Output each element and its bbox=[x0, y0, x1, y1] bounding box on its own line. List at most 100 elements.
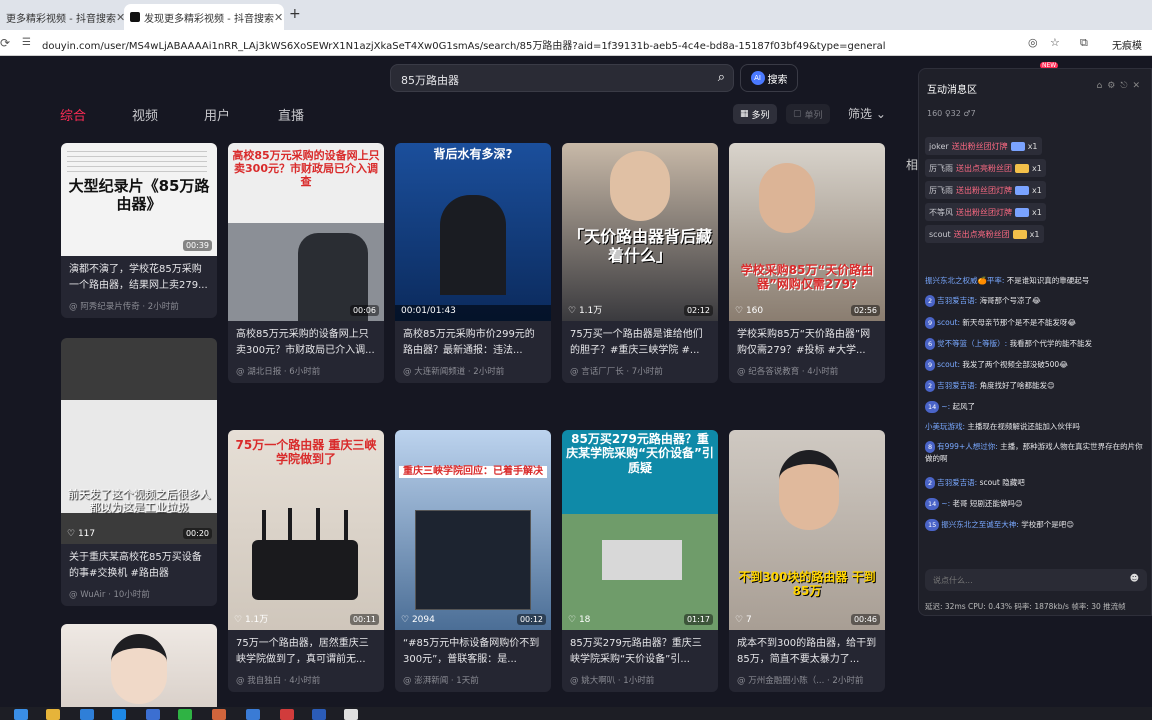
video-meta[interactable]: @ 大连新闻频道 · 2小时前 bbox=[403, 365, 543, 377]
panel-controls-icon[interactable]: ⌂⚙⎋✕ bbox=[1097, 81, 1145, 91]
likes-value: 2094 bbox=[411, 615, 435, 625]
thumb-title: 高校85万元采购的设备网上只卖300元？市财政局已介入调查 bbox=[232, 149, 380, 189]
message-user[interactable]: ~: bbox=[941, 402, 950, 411]
video-description[interactable]: 75万买一个路由器是谁给他们的胆子？#重庆三峡学院 #... bbox=[570, 327, 710, 359]
app-icon[interactable] bbox=[146, 709, 160, 720]
search-input[interactable]: 85万路由器 bbox=[401, 72, 459, 88]
chrome-icon[interactable] bbox=[344, 709, 358, 720]
chat-message: 9 scout: 新天母亲节那个是不是不能发呀😂 bbox=[925, 317, 1149, 329]
video-meta[interactable]: @ 纪各答说教育 · 4小时前 bbox=[737, 365, 877, 377]
duration-label: 02:56 bbox=[850, 305, 880, 316]
extensions-icon[interactable]: ⧉ bbox=[1080, 36, 1088, 50]
side-panel-fragment: 相 bbox=[906, 158, 919, 172]
tab-videos[interactable]: 视频 bbox=[132, 105, 158, 124]
video-description[interactable]: “#85万元中标设备网购价不到300元”，普联客服：是... bbox=[403, 636, 543, 668]
message-user[interactable]: 吉羽爱吉语: bbox=[937, 478, 977, 487]
duration-label: 00:39 bbox=[182, 240, 212, 251]
router-image bbox=[252, 540, 358, 600]
search-box[interactable]: 85万路由器 ⌕ bbox=[390, 64, 734, 92]
message-user[interactable]: scout: bbox=[937, 318, 960, 327]
new-tab-icon[interactable]: + bbox=[289, 6, 301, 22]
video-thumbnail[interactable]: 不到300块的路由器 干到85万 ♡ 7 00:46 bbox=[729, 430, 885, 630]
video-thumbnail[interactable]: 大型纪录片《85万路由器》 00:39 bbox=[61, 143, 217, 256]
likes-count: ♡ 1.1万 bbox=[234, 615, 269, 625]
multi-column-label: 多列 bbox=[751, 110, 770, 121]
gift-icon bbox=[1010, 141, 1025, 151]
message-user[interactable]: 觉不等篮（上等版）: bbox=[937, 339, 1007, 348]
app-icon[interactable] bbox=[112, 709, 126, 720]
video-thumbnail[interactable]: 75万一个路由器 重庆三峡学院做到了 ♡ 1.1万 00:11 bbox=[228, 430, 384, 630]
tab-live[interactable]: 直播 bbox=[278, 105, 304, 124]
video-thumbnail[interactable]: 「天价路由器背后藏着什么」 ♡ 1.1万 02:12 bbox=[562, 143, 718, 321]
card-info: 高校85万元采购的设备网上只卖300元？市财政局已介入调... @ 湖北日报 ·… bbox=[228, 321, 384, 383]
video-thumbnail[interactable]: 前天发了这个视频之后很多人都以为这是工业垃圾 ♡ 117 00:20 bbox=[61, 338, 217, 544]
app-icon[interactable] bbox=[246, 709, 260, 720]
reload-icon[interactable]: ⟳ bbox=[0, 36, 10, 50]
video-meta[interactable]: @ WuAir · 10小时前 bbox=[69, 588, 209, 600]
close-icon[interactable]: ✕ bbox=[116, 11, 124, 24]
start-icon[interactable] bbox=[14, 709, 28, 720]
video-meta[interactable]: @ 万州金融圈小陈（... · 2小时前 bbox=[737, 674, 877, 686]
tab-general[interactable]: 综合 bbox=[60, 105, 86, 124]
browser-icon[interactable] bbox=[80, 709, 94, 720]
campus-building bbox=[602, 540, 682, 580]
filter-label: 筛选 bbox=[848, 107, 873, 121]
video-meta[interactable]: @ 湖北日报 · 6小时前 bbox=[236, 365, 376, 377]
word-icon[interactable] bbox=[312, 709, 326, 720]
video-meta[interactable]: @ 我自独白 · 4小时前 bbox=[236, 674, 376, 686]
profile-label[interactable]: 无痕模 bbox=[1112, 37, 1142, 52]
video-thumbnail[interactable]: 高校85万元采购的设备网上只卖300元？市财政局已介入调查 00:06 bbox=[228, 143, 384, 321]
message-user[interactable]: 吉羽爱吉语: bbox=[937, 381, 977, 390]
file-explorer-icon[interactable] bbox=[46, 709, 60, 720]
card-info: 演都不演了，学校花85万采购一个路由器，结果网上卖279... @ 阿秀纪录片传… bbox=[61, 256, 217, 318]
message-user[interactable]: 小美玩游戏: bbox=[925, 422, 965, 431]
video-description[interactable]: 高校85万元采购的设备网上只卖300元？市财政局已介入调... bbox=[236, 327, 376, 359]
video-meta[interactable]: @ 姚大啊叭 · 1小时前 bbox=[570, 674, 710, 686]
heart-gift-icon bbox=[1012, 229, 1027, 239]
video-description[interactable]: 关于重庆某高校花85万买设备的事#交换机 #路由器 bbox=[69, 550, 209, 582]
browser-tab-1[interactable]: 更多精彩视频 - 抖音搜索 ✕ bbox=[0, 4, 124, 30]
duration-label: 02:12 bbox=[683, 305, 713, 316]
video-thumbnail[interactable]: 学校采购85万“天价路由器”网购仅需279? ♡ 160 02:56 bbox=[729, 143, 885, 321]
emoji-icon[interactable]: ☻ bbox=[1130, 574, 1139, 584]
video-description[interactable]: 75万一个路由器，居然重庆三峡学院做到了，真可谓前无... bbox=[236, 636, 376, 668]
video-description[interactable]: 85万买279元路由器？重庆三峡学院采购“天价设备”引... bbox=[570, 636, 710, 668]
video-thumbnail[interactable]: 背后水有多深? 00:01/01:43 bbox=[395, 143, 551, 321]
video-thumbnail[interactable]: 重庆三峡学院回应：已着手解决 ♡ 2094 00:12 bbox=[395, 430, 551, 630]
video-description[interactable]: 成本不到300的路由器，给干到85万，简直不要太暴力了... bbox=[737, 636, 877, 668]
video-description[interactable]: 高校85万元采购市价299元的路由器？最新通报：违法... bbox=[403, 327, 543, 359]
browser-tab-2[interactable]: 发现更多精彩视频 - 抖音搜索 ✕ bbox=[124, 4, 284, 30]
message-user[interactable]: scout: bbox=[937, 360, 960, 369]
eye-off-icon[interactable]: ◎ bbox=[1028, 36, 1038, 49]
chat-message: 振兴东北之权威🍊平率: 不是谁知识真的靠硬起号 bbox=[925, 275, 1149, 287]
message-user[interactable]: 有999+人想过你: bbox=[937, 442, 998, 451]
wechat-icon[interactable] bbox=[178, 709, 192, 720]
message-user[interactable]: 振兴东北之至诚至大神: bbox=[941, 520, 1019, 529]
video-thumbnail[interactable]: 85万买279元路由器？重庆某学院采购“天价设备”引质疑 ♡ 18 01:17 bbox=[562, 430, 718, 630]
single-column-button[interactable]: ▢ 单列 bbox=[786, 104, 830, 124]
video-meta[interactable]: @ 言话厂厂长 · 7小时前 bbox=[570, 365, 710, 377]
video-thumbnail[interactable] bbox=[61, 624, 217, 707]
multi-column-button[interactable]: ▦ 多列 bbox=[733, 104, 777, 124]
ai-search-button[interactable]: AI 搜索 bbox=[740, 64, 798, 92]
app-icon[interactable] bbox=[212, 709, 226, 720]
message-user[interactable]: 吉羽爱吉语: bbox=[937, 296, 977, 305]
message-user[interactable]: 振兴东北之权威🍊平率: bbox=[925, 276, 1004, 285]
video-meta[interactable]: @ 阿秀纪录片传奇 · 2小时前 bbox=[69, 300, 209, 312]
chat-input[interactable]: 说点什么... ☻ bbox=[925, 569, 1147, 591]
video-description[interactable]: 演都不演了，学校花85万采购一个路由器，结果网上卖279... bbox=[69, 262, 209, 294]
url-field[interactable]: douyin.com/user/MS4wLjABAAAAi1nRR_LAj3kW… bbox=[42, 37, 1032, 52]
close-icon[interactable]: ✕ bbox=[274, 11, 283, 24]
filter-button[interactable]: 筛选 ⌄ bbox=[848, 105, 886, 122]
app-icon[interactable] bbox=[280, 709, 294, 720]
video-meta[interactable]: @ 澎湃新闻 · 1天前 bbox=[403, 674, 543, 686]
star-icon[interactable]: ☆ bbox=[1050, 36, 1060, 49]
windows-taskbar bbox=[0, 707, 1152, 720]
search-icon[interactable]: ⌕ bbox=[718, 70, 725, 85]
message-user[interactable]: ~: bbox=[941, 499, 950, 508]
tab-users[interactable]: 用户 bbox=[204, 105, 230, 124]
likes-value: 1.1万 bbox=[244, 615, 269, 625]
interaction-message-panel[interactable]: 互动消息区 ⌂⚙⎋✕ 160 ♀32 ♂7 joker 送出粉丝团灯牌 x1 厉飞雨… bbox=[918, 68, 1152, 616]
site-info-icon[interactable]: ☰ bbox=[22, 37, 31, 48]
video-description[interactable]: 学校采购85万“天价路由器”网购仅需279？#投标 #大学... bbox=[737, 327, 877, 359]
